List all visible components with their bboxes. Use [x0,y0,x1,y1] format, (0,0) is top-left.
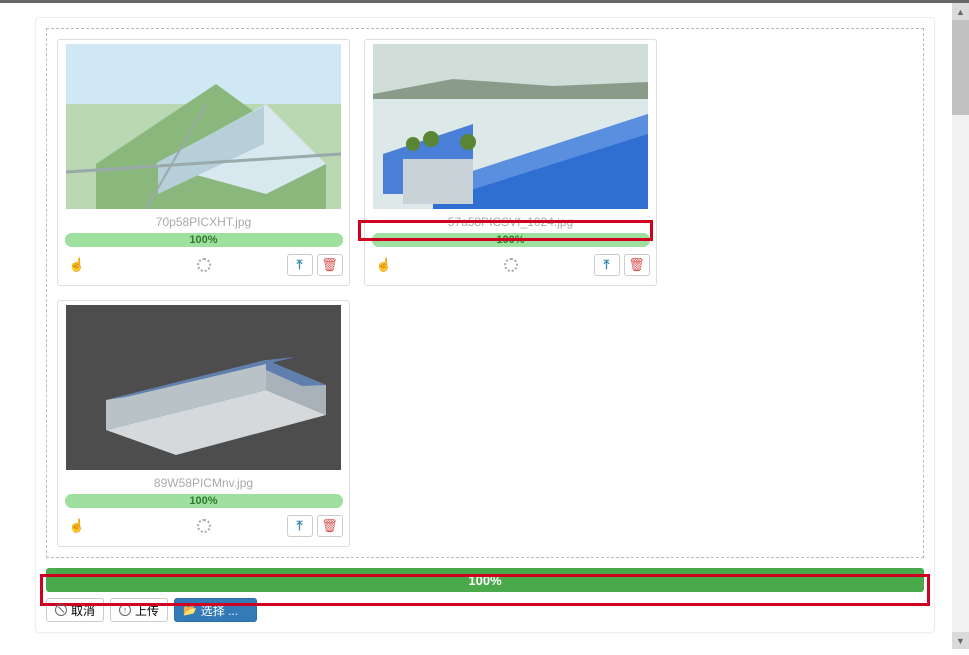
upload-button[interactable]: ↑ 上传 [110,598,168,622]
overall-progress-label: 100% [468,573,501,588]
upload-arrow-icon: ⤒ [297,257,303,273]
drag-handle-icon[interactable]: ☝ [69,518,85,534]
file-toolbar: ☝ ⤒ 🗑 [65,253,343,277]
file-name: 70p58PICXHT.jpg [62,215,345,229]
upload-icon: ↑ [119,604,131,616]
upload-label: 上传 [135,602,159,619]
cancel-label: 取消 [71,602,95,619]
file-toolbar: ☝ ⤒ 🗑 [372,253,650,277]
file-progress-label: 100% [65,233,343,247]
button-bar: 取消 ↑ 上传 📂 选择 ... [46,598,924,622]
folder-icon: 📂 [183,604,197,617]
thumbnail-image [373,44,648,209]
upload-panel: 70p58PICXHT.jpg 100% ☝ ⤒ 🗑 [35,17,935,633]
spinner-icon [197,258,211,272]
file-name: 89W58PICMnv.jpg [62,476,345,490]
file-progress-bar: 100% [65,233,343,247]
file-actions: ⤒ 🗑 [287,254,343,276]
vertical-scrollbar[interactable]: ▲ ▼ [952,3,969,649]
upload-file-button[interactable]: ⤒ [594,254,620,276]
spinner-icon [504,258,518,272]
select-label: 选择 ... [201,602,238,619]
delete-file-button[interactable]: 🗑 [624,254,650,276]
app-frame: 70p58PICXHT.jpg 100% ☝ ⤒ 🗑 [0,0,969,655]
overall-progress-bar: 100% [46,568,924,592]
cancel-button[interactable]: 取消 [46,598,104,622]
trash-icon: 🗑 [321,257,338,273]
file-card: 57a58PICSVf_1024.jpg 100% ☝ ⤒ [364,39,657,286]
scroll-thumb[interactable] [952,20,969,115]
file-progress-label: 100% [65,494,343,508]
upload-arrow-icon: ⤒ [604,257,610,273]
upload-file-button[interactable]: ⤒ [287,254,313,276]
delete-file-button[interactable]: 🗑 [317,515,343,537]
scroll-down-arrow-icon[interactable]: ▼ [952,632,969,649]
overall-progress-wrap: 100% [46,568,924,592]
file-progress-label: 100% [372,233,650,247]
thumbnail-image [66,305,341,470]
file-actions: ⤒ 🗑 [287,515,343,537]
main-content: 70p58PICXHT.jpg 100% ☝ ⤒ 🗑 [0,3,952,643]
upload-arrow-icon: ⤒ [297,518,303,534]
file-card: 70p58PICXHT.jpg 100% ☝ ⤒ 🗑 [57,39,350,286]
dropzone[interactable]: 70p58PICXHT.jpg 100% ☝ ⤒ 🗑 [46,28,924,558]
upload-file-button[interactable]: ⤒ [287,515,313,537]
scroll-up-arrow-icon[interactable]: ▲ [952,3,969,20]
file-name: 57a58PICSVf_1024.jpg [369,215,652,229]
file-progress-bar: 100% [65,494,343,508]
select-files-button[interactable]: 📂 选择 ... [174,598,257,622]
delete-file-button[interactable]: 🗑 [317,254,343,276]
drag-handle-icon[interactable]: ☝ [69,257,85,273]
spinner-icon [197,519,211,533]
file-card: 89W58PICMnv.jpg 100% ☝ ⤒ 🗑 [57,300,350,547]
cancel-icon [55,604,67,616]
trash-icon: 🗑 [321,518,338,534]
trash-icon: 🗑 [628,257,645,273]
file-progress-bar: 100% [372,233,650,247]
drag-handle-icon[interactable]: ☝ [376,257,392,273]
file-toolbar: ☝ ⤒ 🗑 [65,514,343,538]
file-actions: ⤒ 🗑 [594,254,650,276]
thumbnail-image [66,44,341,209]
